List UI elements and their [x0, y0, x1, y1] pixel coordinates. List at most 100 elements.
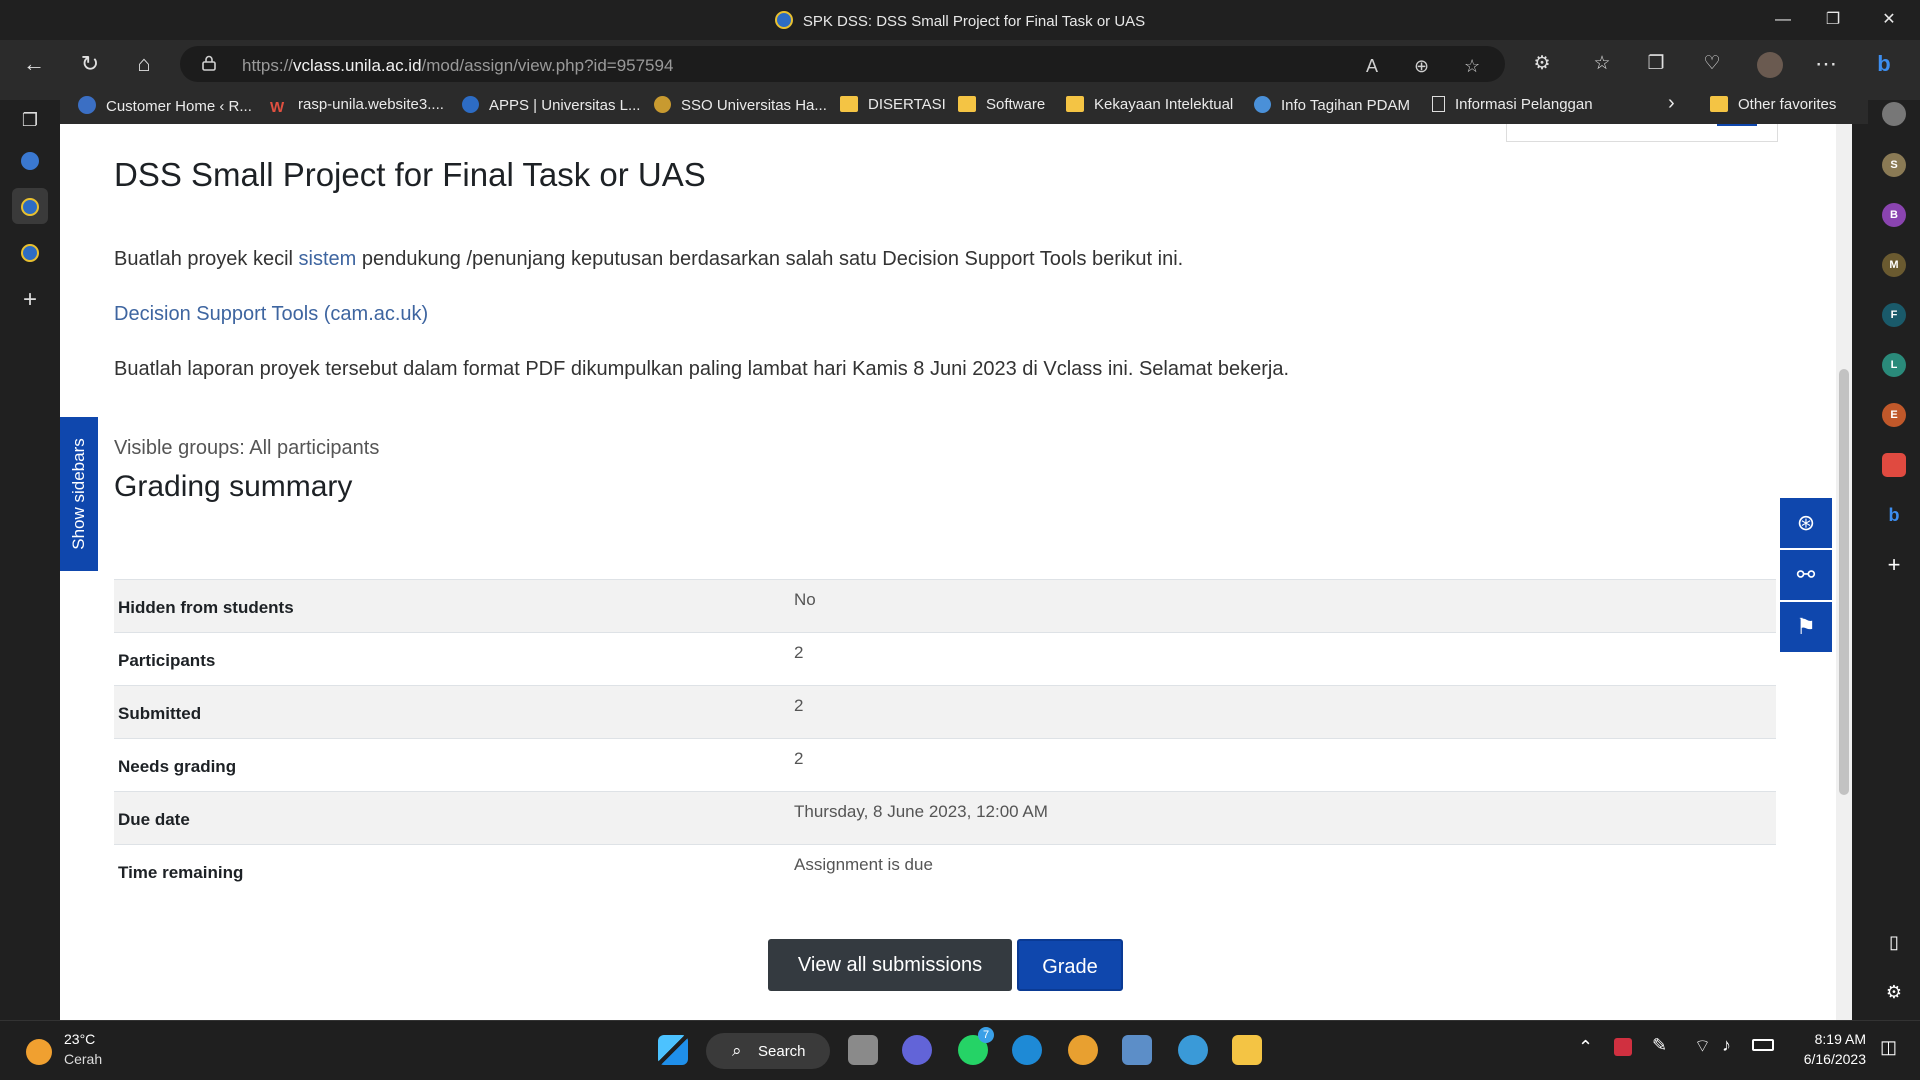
favorite-item[interactable]: Customer Home ‹ R...	[78, 96, 252, 115]
sidebar-avatar-s[interactable]: S	[1882, 153, 1906, 177]
chrome-icon[interactable]	[1068, 1035, 1098, 1065]
bing-icon[interactable]: b	[1882, 503, 1906, 527]
favorite-item[interactable]: DISERTASI	[840, 96, 946, 113]
folder-icon	[840, 96, 858, 112]
teams-chat-icon[interactable]	[902, 1035, 932, 1065]
sidebar-avatar-l[interactable]: L	[1882, 353, 1906, 377]
favorite-star-icon[interactable]: ☆	[1464, 56, 1480, 77]
favorite-item[interactable]: Informasi Pelanggan	[1432, 96, 1593, 113]
show-sidebars-button[interactable]: Show sidebars	[60, 417, 98, 571]
close-button[interactable]: ✕	[1866, 0, 1912, 40]
row-value: Thursday, 8 June 2023, 12:00 AM	[790, 791, 1776, 845]
photos-icon[interactable]	[1122, 1035, 1152, 1065]
bing-copilot-icon[interactable]: b	[1866, 48, 1902, 80]
home-button[interactable]: ⌂	[126, 48, 162, 80]
wifi-icon[interactable]: ⌔	[1694, 1035, 1711, 1058]
decision-support-tools-link[interactable]: Decision Support Tools (cam.ac.uk)	[114, 303, 428, 325]
collections-icon[interactable]: ❐	[1638, 48, 1674, 80]
more-icon[interactable]: ⋯	[1808, 48, 1844, 80]
performance-icon[interactable]: ♡	[1694, 48, 1730, 80]
sidebar-avatar-e[interactable]: E	[1882, 403, 1906, 427]
sistem-link[interactable]: sistem	[299, 248, 357, 270]
favorites-icon[interactable]: ☆	[1584, 48, 1620, 80]
favorite-item[interactable]: Kekayaan Intelektual	[1066, 96, 1233, 113]
volume-icon[interactable]: ♪	[1722, 1035, 1731, 1056]
extensions-icon[interactable]: ⚙	[1524, 48, 1560, 80]
clock-time[interactable]: 8:19 AM	[1796, 1031, 1866, 1047]
favorite-item[interactable]: Software	[958, 96, 1045, 113]
restore-button[interactable]: ❐	[1810, 0, 1856, 40]
taskbar-search[interactable]: ⌕ Search	[706, 1033, 830, 1069]
sidebar-avatar-f[interactable]: F	[1882, 303, 1906, 327]
vertical-tabs: ❐ +	[0, 100, 60, 1020]
tray-chevron-up-icon[interactable]: ⌃	[1578, 1037, 1593, 1058]
help-lifebuoy-icon[interactable]: ⊛	[1780, 498, 1832, 548]
weather-temperature: 23°C	[64, 1031, 96, 1047]
clock-date[interactable]: 6/16/2023	[1796, 1051, 1866, 1067]
row-label: Due date	[114, 791, 790, 845]
title-bar: SPK DSS: DSS Small Project for Final Tas…	[0, 0, 1920, 40]
sidebar-app-icon[interactable]	[1882, 102, 1906, 126]
edge-browser-icon[interactable]	[1012, 1035, 1042, 1065]
row-value: No	[790, 579, 1776, 633]
address-bar[interactable]: https://vclass.unila.ac.id/mod/assign/vi…	[180, 46, 1505, 82]
grade-button[interactable]: Grade	[1017, 939, 1123, 991]
tools-paragraph: Decision Support Tools (cam.ac.uk)	[114, 303, 428, 326]
refresh-button[interactable]: ↻	[72, 48, 108, 80]
favorite-item[interactable]: SSO Universitas Ha...	[654, 96, 827, 114]
file-explorer-icon[interactable]	[1232, 1035, 1262, 1065]
tab-item[interactable]	[12, 234, 48, 270]
scrollbar-thumb[interactable]	[1839, 369, 1849, 795]
lock-icon	[202, 55, 216, 71]
table-row: Hidden from students No	[114, 579, 1776, 633]
task-view-icon[interactable]	[848, 1035, 878, 1065]
app-icon[interactable]	[1178, 1035, 1208, 1065]
page-scrollbar[interactable]	[1836, 124, 1852, 1020]
sidebar-avatar-m[interactable]: M	[1882, 253, 1906, 277]
wordpress-icon	[78, 96, 96, 114]
sso-icon	[654, 96, 671, 113]
favorites-overflow-chevron-icon[interactable]: ›	[1668, 92, 1675, 115]
flag-icon[interactable]: ⚑	[1780, 602, 1832, 652]
unila-icon	[462, 96, 479, 113]
sidebar-app-icon[interactable]	[1882, 453, 1906, 477]
pdam-icon	[1254, 96, 1271, 113]
link-icon[interactable]: ⚯	[1780, 550, 1832, 600]
view-all-submissions-button[interactable]: View all submissions	[768, 939, 1012, 991]
table-row: Submitted 2	[114, 685, 1776, 739]
page-content: DSS Small Project for Final Task or UAS …	[60, 124, 1852, 1020]
tab-item-active[interactable]	[12, 188, 48, 224]
tray-app-icon[interactable]	[1614, 1038, 1632, 1056]
pen-menu-icon[interactable]: ✎	[1652, 1035, 1667, 1056]
zoom-icon[interactable]: ⊕	[1414, 56, 1429, 77]
favorite-item[interactable]: Other favorites	[1710, 96, 1836, 113]
profile-icon[interactable]	[1752, 48, 1788, 80]
sidebar-toggle-icon[interactable]: ▯	[1882, 930, 1906, 954]
url-text[interactable]: https://vclass.unila.ac.id/mod/assign/vi…	[242, 56, 673, 76]
notification-bell-icon[interactable]: ◫	[1880, 1037, 1897, 1058]
start-windows-icon[interactable]	[658, 1035, 688, 1065]
notification-badge: 7	[978, 1027, 994, 1043]
tab-actions-icon[interactable]: ❐	[12, 102, 48, 138]
site-favicon-icon	[774, 11, 793, 29]
back-button[interactable]: ←	[16, 48, 52, 80]
battery-icon[interactable]	[1752, 1039, 1774, 1051]
sidebar-add-icon[interactable]: +	[1882, 553, 1906, 577]
sidebar-avatar-b[interactable]: B	[1882, 203, 1906, 227]
minimize-button[interactable]: —	[1760, 0, 1806, 40]
favorite-item[interactable]: APPS | Universitas L...	[462, 96, 640, 114]
row-value: 2	[790, 738, 1776, 792]
row-label: Time remaining	[114, 844, 790, 898]
tab-item[interactable]	[12, 142, 48, 178]
favorite-item[interactable]: Wrasp-unila.website3....	[270, 96, 444, 116]
settings-gear-icon[interactable]: ⚙	[1882, 980, 1906, 1004]
read-aloud-icon[interactable]: A	[1366, 56, 1378, 77]
new-tab-icon[interactable]: +	[12, 282, 48, 318]
whatsapp-icon[interactable]: 7	[958, 1027, 994, 1065]
page-icon	[1432, 96, 1445, 112]
row-value: Assignment is due	[790, 844, 1776, 898]
taskbar: 23°C Cerah ⌕ Search 7 ⌃ ✎ ⌔ ♪ 8:19 AM 6/…	[0, 1020, 1920, 1080]
favorite-item[interactable]: Info Tagihan PDAM	[1254, 96, 1410, 114]
instruction-paragraph: Buatlah laporan proyek tersebut dalam fo…	[114, 358, 1290, 380]
table-row: Participants 2	[114, 632, 1776, 686]
